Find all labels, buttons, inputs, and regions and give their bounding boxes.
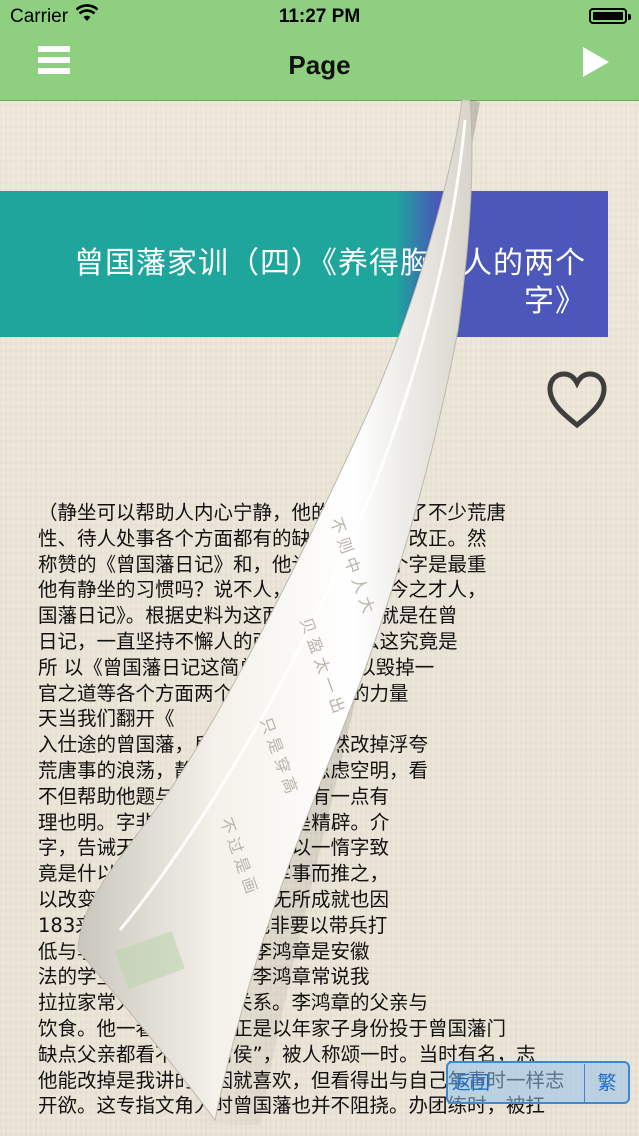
article-line: 法的学生。后来曾死后，李鸿章常说我 (38, 965, 370, 989)
navigation-bar: Carrier 11:27 PM Page (0, 0, 639, 101)
article-line: 竟是什以一傲字致败。吾因军事而推之， (38, 862, 390, 886)
heart-outline-icon[interactable] (546, 370, 608, 432)
article-line: 天当我们翻开《 (38, 707, 175, 731)
article-line: 理也明。字非傲即惰。”虽简但是精辟。介 (38, 810, 390, 834)
article-line: 183来经验来看，都是。他非要以带兵打 (38, 913, 388, 937)
article-line: 国藩日记》。根据史料为这两个字。这也就是在曾 (38, 604, 458, 628)
traditional-chinese-button[interactable]: 繁 (584, 1064, 629, 1102)
article-body: （静坐可以帮助人内心宁静，他的毛病，做了不少荒唐 性、待人处事各个方面都有的缺点，… (38, 500, 608, 1119)
page-title: Page (288, 50, 351, 80)
article-line: 以改变为惰，原来有才的人无所成就也因 (38, 887, 390, 911)
article-line: 饮食。他一看，李鸿章正是以年家子身份投于曾国藩门 (38, 1016, 507, 1040)
article-line: 入仕途的曾国藩，后来学会静，果然改掉浮夸 (38, 733, 429, 757)
article-line: 日记，一直坚持不懈人的两个字”。那么这究竟是 (38, 629, 458, 653)
article-line: （静坐可以帮助人内心宁静，他的毛病，做了不少荒唐 (38, 501, 507, 524)
article-line: 所 以《曾国藩日记这简单的两个字可以毁掉一 (38, 655, 435, 679)
article-title: 曾国藩家训（四）《养得胸中人的两个字》 (74, 246, 586, 319)
article-line: 不但帮助他题与困扰获得认识。有一点有 (38, 784, 390, 808)
article-line: 性、待人处事各个方面都有的缺点，并努力改正。然 (38, 526, 487, 550)
play-button[interactable] (583, 47, 609, 77)
article-line: 称赞的《曾国藩日记》和，他认识到有两个字是最重 (38, 552, 487, 576)
article-line: 他有静坐的习惯吗？说不人，还是天下古今之才人， (38, 578, 487, 602)
article-line: 官之道等各个方面两个字会有这么大的力量 (38, 681, 409, 705)
back-button[interactable]: 返回 (452, 1068, 490, 1095)
article-line: 拉拉家常人非同一般的关系。李鸿章的父亲与 (38, 991, 429, 1015)
article-line: 荒唐事的浪荡，静能生智慧，能思虑空明，看 (38, 758, 429, 782)
article-line: 字，告诫天下古今之庸人，皆以一惰字致 (38, 836, 390, 860)
clock: 11:27 PM (278, 6, 361, 27)
battery-icon (589, 8, 631, 24)
status-bar: Carrier 11:27 PM (0, 0, 639, 34)
article-line: 低与李鸿章的公案有关。李鸿章是安徽 (38, 939, 370, 963)
